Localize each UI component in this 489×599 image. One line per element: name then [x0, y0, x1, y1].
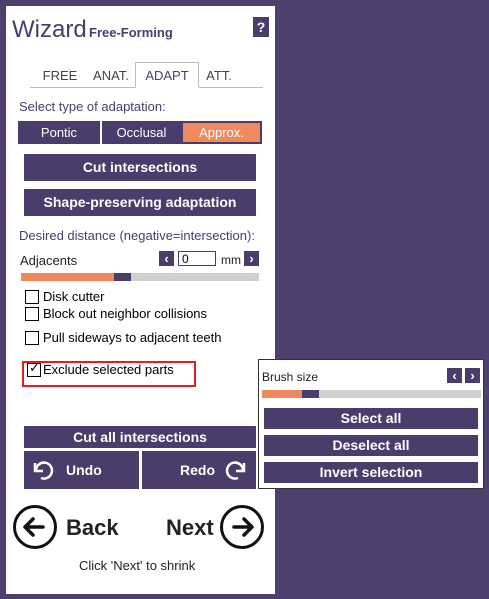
brush-size-slider[interactable]: [262, 390, 481, 398]
selection-popup: Brush size ‹ › Select all Deselect all I…: [258, 359, 484, 489]
wizard-title: Wizard: [12, 16, 87, 43]
tab-att[interactable]: ATT.: [200, 63, 238, 87]
brush-slider-thumb[interactable]: [302, 390, 319, 398]
arrow-right-icon: [232, 517, 254, 537]
next-label[interactable]: Next: [166, 515, 214, 541]
pull-sideways-label: Pull sideways to adjacent teeth: [43, 330, 222, 345]
back-label[interactable]: Back: [66, 515, 119, 541]
disk-cutter-checkbox[interactable]: [25, 290, 39, 304]
next-hint: Click 'Next' to shrink: [79, 558, 196, 573]
exclude-selected-checkbox[interactable]: ✓: [27, 360, 41, 377]
next-button[interactable]: [220, 505, 264, 549]
undo-label: Undo: [66, 462, 102, 478]
arrow-left-icon: [23, 517, 45, 537]
shape-preserving-button[interactable]: Shape-preserving adaptation: [24, 189, 256, 216]
help-button[interactable]: ?: [253, 17, 269, 37]
brush-chevron-right-icon[interactable]: ›: [465, 368, 480, 383]
wizard-panel: Wizard Free-Forming ? FREE ANAT. ADAPT A…: [6, 6, 275, 594]
invert-selection-button[interactable]: Invert selection: [264, 462, 478, 483]
tab-adapt[interactable]: ADAPT: [135, 62, 199, 88]
tab-free[interactable]: FREE: [30, 63, 90, 87]
occlusal-button[interactable]: Occlusal: [102, 121, 181, 144]
brush-size-label: Brush size: [262, 370, 319, 384]
adjacents-slider[interactable]: [21, 273, 259, 281]
pull-sideways-checkbox[interactable]: [25, 331, 39, 345]
wizard-subtitle: Free-Forming: [89, 25, 173, 40]
redo-label: Redo: [180, 462, 215, 478]
chevron-left-icon[interactable]: ‹: [159, 251, 174, 266]
block-out-label: Block out neighbor collisions: [43, 306, 208, 321]
adjacents-slider-fill: [21, 273, 123, 281]
undo-icon: [33, 461, 54, 480]
disk-cutter-label: Disk cutter: [43, 289, 105, 304]
adjacents-label: Adjacents: [20, 253, 78, 268]
back-button[interactable]: [13, 505, 57, 549]
tab-bar: FREE ANAT. ADAPT ATT.: [30, 62, 263, 88]
cut-intersections-button[interactable]: Cut intersections: [24, 154, 256, 181]
pontic-button[interactable]: Pontic: [18, 121, 100, 144]
block-out-checkbox[interactable]: [25, 307, 39, 321]
approx-button[interactable]: Approx.: [181, 121, 262, 144]
cut-all-intersections-button[interactable]: Cut all intersections: [24, 426, 256, 448]
undo-button[interactable]: Undo: [24, 451, 139, 489]
tab-anat[interactable]: ANAT.: [88, 63, 134, 87]
redo-icon: [225, 461, 246, 480]
exclude-selected-label: Exclude selected parts: [43, 362, 174, 377]
brush-chevron-left-icon[interactable]: ‹: [447, 368, 462, 383]
distance-unit: mm: [221, 253, 241, 267]
chevron-right-icon[interactable]: ›: [244, 251, 259, 266]
adjacents-slider-thumb[interactable]: [114, 273, 131, 281]
checkmark-icon: ✓: [29, 360, 40, 375]
redo-button[interactable]: Redo: [142, 451, 256, 489]
deselect-all-button[interactable]: Deselect all: [264, 435, 478, 456]
adaptation-type-label: Select type of adaptation:: [19, 99, 166, 114]
distance-label: Desired distance (negative=intersection)…: [19, 228, 255, 243]
adjacents-distance-input[interactable]: 0: [178, 251, 216, 266]
select-all-button[interactable]: Select all: [264, 408, 478, 429]
